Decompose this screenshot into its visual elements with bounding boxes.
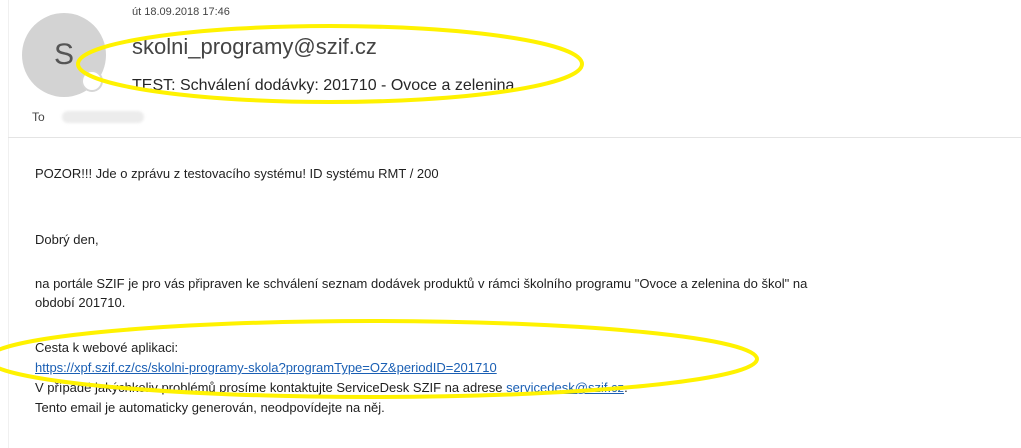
auto-generated-note: Tento email je automaticky generován, ne… (35, 400, 385, 415)
sender-address[interactable]: skolni_programy@szif.cz (132, 34, 377, 60)
support-email-link[interactable]: servicedesk@szif.cz (506, 380, 624, 395)
support-suffix: . (624, 380, 628, 395)
app-link-row: https://xpf.szif.cz/cs/skolni-programy-s… (35, 360, 497, 375)
app-link[interactable]: https://xpf.szif.cz/cs/skolni-programy-s… (35, 360, 497, 375)
to-label: To (32, 110, 45, 124)
recipient-redacted[interactable]: redacted (62, 111, 144, 123)
greeting: Dobrý den, (35, 232, 99, 247)
app-path-label: Cesta k webové aplikaci: (35, 340, 179, 355)
body-paragraph-line-2: období 201710. (35, 295, 126, 310)
body-paragraph-line-1: na portále SZIF je pro vás připraven ke … (35, 276, 808, 291)
message-subject: TEST: Schválení dodávky: 201710 - Ovoce … (132, 77, 515, 94)
pane-edge (8, 0, 9, 448)
message-timestamp: út 18.09.2018 17:46 (132, 6, 230, 18)
support-line: V případě jakýchkoliv problémů prosíme k… (35, 380, 628, 395)
test-warning: POZOR!!! Jde o zprávu z testovacího syst… (35, 166, 439, 181)
header-divider (8, 137, 1021, 138)
avatar-initial: S (53, 38, 74, 71)
presence-status-icon (81, 70, 103, 92)
support-text: V případě jakýchkoliv problémů prosíme k… (35, 380, 507, 395)
